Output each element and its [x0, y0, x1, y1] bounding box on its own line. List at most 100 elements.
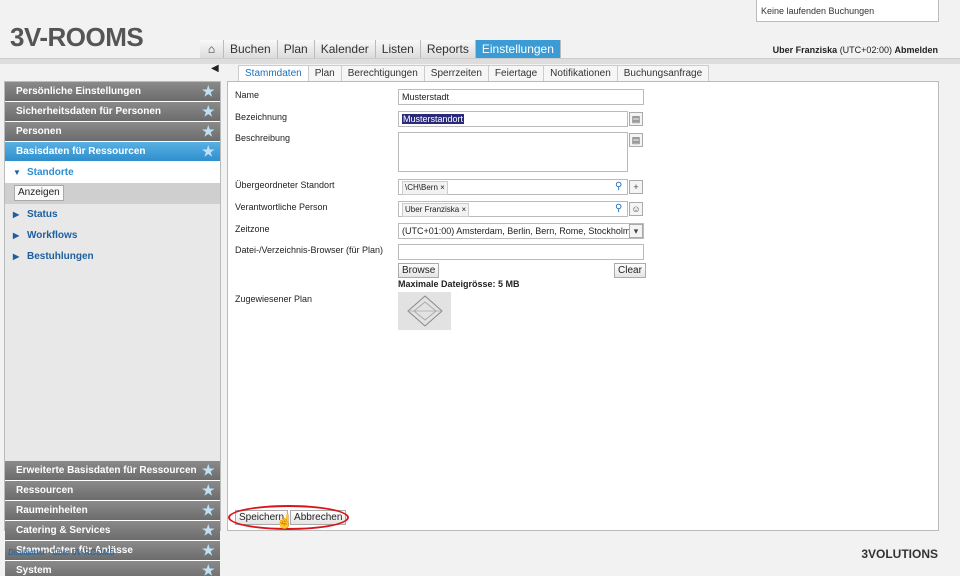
nav-listen[interactable]: Listen [375, 40, 421, 58]
verantwortlich-label: Verantwortliche Person [235, 202, 328, 212]
sidebar-section-label: System [16, 565, 52, 576]
favorite-star-icon[interactable]: ★ [202, 463, 216, 477]
beschreibung-field[interactable] [398, 132, 628, 172]
sidebar-item-label: Standorte [27, 167, 74, 178]
favorite-star-icon[interactable]: ★ [202, 84, 216, 98]
logout-link[interactable]: Abmelden [894, 45, 938, 55]
favorite-star-icon[interactable]: ★ [202, 523, 216, 537]
bezeichnung-label: Bezeichnung [235, 112, 288, 122]
bezeichnung-field[interactable]: Musterstandort [398, 111, 628, 127]
sidebar-item-standorte[interactable]: ▼ Standorte [5, 162, 220, 183]
sidebar-section-basisdaten[interactable]: Basisdaten für Ressourcen ★ [5, 142, 220, 162]
tab-bar: Stammdaten Plan Berechtigungen Sperrzeit… [238, 65, 710, 81]
tab-berechtigungen[interactable]: Berechtigungen [341, 65, 425, 81]
book-icon[interactable]: ▤ [629, 112, 643, 126]
person-icon[interactable]: ☺ [629, 202, 643, 216]
uebergeordnet-field[interactable]: \CH\Bern × [398, 179, 628, 195]
tab-plan[interactable]: Plan [308, 65, 342, 81]
sidebar-section-label: Personen [16, 126, 62, 137]
collapse-sidebar-icon[interactable]: ◀ [211, 63, 219, 74]
sidebar-item-label: Status [27, 209, 58, 220]
name-field[interactable] [398, 89, 644, 105]
sidebar-section-label: Erweiterte Basisdaten für Ressourcen [16, 465, 197, 476]
sidebar-section-label: Persönliche Einstellungen [16, 86, 142, 97]
favorite-star-icon[interactable]: ★ [202, 124, 216, 138]
anzeigen-row: Anzeigen [5, 183, 220, 204]
zeitzone-select[interactable]: (UTC+01:00) Amsterdam, Berlin, Bern, Rom… [398, 223, 644, 239]
collapsed-triangle-icon: ▶ [13, 252, 20, 261]
tab-sperrzeiten[interactable]: Sperrzeiten [424, 65, 489, 81]
app-logo: 3V-ROOMS [10, 22, 144, 52]
favorite-star-icon[interactable]: ★ [202, 543, 216, 557]
sidebar-section-catering[interactable]: Catering & Services ★ [5, 521, 220, 541]
collapsed-triangle-icon: ▶ [13, 231, 20, 240]
sidebar-section-sicherheitsdaten[interactable]: Sicherheitsdaten für Personen ★ [5, 102, 220, 122]
zeitzone-value: (UTC+01:00) Amsterdam, Berlin, Bern, Rom… [402, 226, 644, 236]
sidebar-section-ressourcen[interactable]: Ressourcen ★ [5, 481, 220, 501]
sidebar-section-label: Catering & Services [16, 525, 111, 536]
main-nav: ⌂ Buchen Plan Kalender Listen Reports Ei… [200, 40, 561, 58]
max-size-text: Maximale Dateigrösse: 5 MB [398, 279, 520, 289]
anzeigen-button[interactable]: Anzeigen [14, 185, 64, 201]
user-timezone: (UTC+02:00) [839, 45, 892, 55]
sidebar-section-erweiterte[interactable]: Erweiterte Basisdaten für Ressourcen ★ [5, 461, 220, 481]
tab-notifikationen[interactable]: Notifikationen [544, 65, 618, 81]
favorite-star-icon[interactable]: ★ [202, 503, 216, 517]
location-tag: \CH\Bern × [402, 181, 448, 195]
nav-reports[interactable]: Reports [420, 40, 476, 58]
sidebar-section-raumeinheiten[interactable]: Raumeinheiten ★ [5, 501, 220, 521]
sidebar-item-bestuhlungen[interactable]: ▶ Bestuhlungen [5, 246, 220, 267]
sidebar-section-label: Ressourcen [16, 485, 74, 496]
search-icon[interactable]: ⚲ [615, 203, 622, 214]
add-icon[interactable]: + [629, 180, 643, 194]
sidebar-item-label: Bestuhlungen [27, 251, 94, 262]
tab-stammdaten[interactable]: Stammdaten [238, 65, 309, 81]
nav-buchen[interactable]: Buchen [224, 40, 278, 58]
cursor-hand-icon: ☝ [276, 513, 294, 529]
app-window: 3V-ROOMS Keine laufenden Buchungen ⌂ Buc… [0, 0, 960, 576]
sidebar-section-system[interactable]: System ★ [5, 561, 220, 576]
favorite-star-icon[interactable]: ★ [202, 104, 216, 118]
sidebar-section-label: Basisdaten für Ressourcen [16, 146, 146, 157]
home-icon[interactable]: ⌂ [200, 40, 224, 58]
plan-label: Zugewiesener Plan [235, 294, 313, 304]
clear-button[interactable]: Clear [614, 263, 646, 278]
user-info: Uber Franziska (UTC+02:00) Abmelden [773, 45, 938, 55]
user-name: Uber Franziska [772, 45, 838, 55]
sidebar-item-status[interactable]: ▶ Status [5, 204, 220, 225]
booking-notice: Keine laufenden Buchungen [756, 0, 939, 22]
beschreibung-label: Beschreibung [235, 133, 291, 143]
name-label: Name [235, 90, 260, 100]
location-tag-label: \CH\Bern [405, 183, 438, 192]
favorite-star-icon[interactable]: ★ [202, 563, 216, 576]
nav-kalender[interactable]: Kalender [314, 40, 376, 58]
file-path-field[interactable] [398, 244, 644, 260]
tab-feiertage[interactable]: Feiertage [488, 65, 545, 81]
search-icon[interactable]: ⚲ [615, 181, 622, 192]
sidebar-item-workflows[interactable]: ▶ Workflows [5, 225, 220, 246]
tab-buchungsanfrage[interactable]: Buchungsanfrage [617, 65, 710, 81]
footer-links[interactable]: Disclaimer - Über 3V-ROOMS [8, 548, 114, 557]
browse-button[interactable]: Browse [398, 263, 440, 278]
verantwortlich-field[interactable]: Uber Franziska × [398, 201, 628, 217]
sidebar-section-label: Sicherheitsdaten für Personen [16, 106, 162, 117]
plan-thumbnail[interactable] [398, 292, 451, 330]
header-band [0, 58, 960, 64]
favorite-star-icon[interactable]: ★ [202, 483, 216, 497]
favorite-star-icon[interactable]: ★ [202, 144, 216, 158]
person-tag: Uber Franziska × [402, 203, 470, 217]
sidebar-section-personen[interactable]: Personen ★ [5, 122, 220, 142]
nav-einstellungen[interactable]: Einstellungen [475, 40, 561, 58]
chevron-down-icon[interactable]: ▾ [629, 224, 643, 238]
bezeichnung-value: Musterstandort [402, 114, 465, 124]
nav-plan[interactable]: Plan [277, 40, 315, 58]
company-logo: 3VOLUTIONS [861, 547, 938, 561]
main-content: Name Bezeichnung Musterstandort ▤ Beschr… [227, 81, 939, 531]
browser-label: Datei-/Verzeichnis-Browser (für Plan) [235, 245, 384, 255]
book-icon[interactable]: ▤ [629, 133, 643, 147]
expanded-triangle-icon: ▼ [13, 168, 21, 177]
sidebar-item-label: Workflows [27, 230, 78, 241]
sidebar-section-persoenliche[interactable]: Persönliche Einstellungen ★ [5, 82, 220, 102]
sidebar: Persönliche Einstellungen ★ Sicherheitsda… [4, 81, 221, 576]
